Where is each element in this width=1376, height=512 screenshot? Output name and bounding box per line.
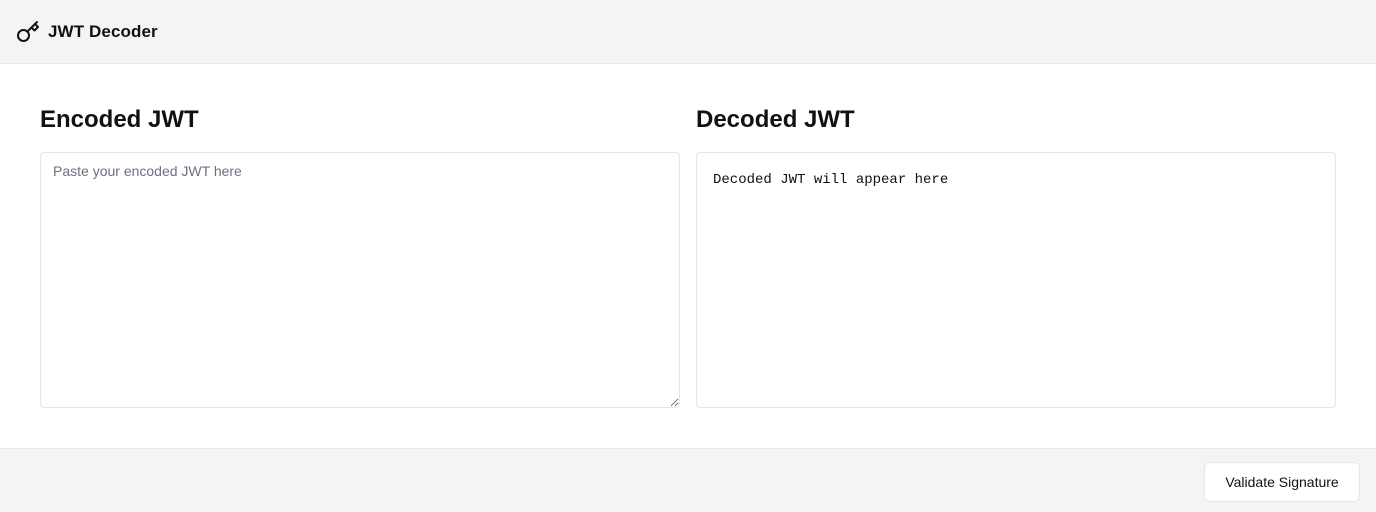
encoded-heading: Encoded JWT — [40, 106, 199, 133]
footer-bar: Validate Signature — [0, 448, 1376, 512]
encoded-panel: Encoded JWT — [40, 104, 680, 408]
validate-signature-button[interactable]: Validate Signature — [1204, 462, 1360, 502]
decoded-jwt-output: Decoded JWT will appear here — [696, 152, 1336, 408]
decoded-panel: Decoded JWT Decoded JWT will appear here — [696, 104, 1336, 408]
main-content: Encoded JWT Decoded JWT Decoded JWT will… — [0, 64, 1376, 448]
encoded-jwt-input[interactable] — [40, 152, 680, 408]
decoded-heading: Decoded JWT — [696, 106, 855, 133]
app-title: JWT Decoder — [48, 21, 158, 41]
key-icon — [16, 20, 40, 44]
top-bar: JWT Decoder — [0, 0, 1376, 64]
